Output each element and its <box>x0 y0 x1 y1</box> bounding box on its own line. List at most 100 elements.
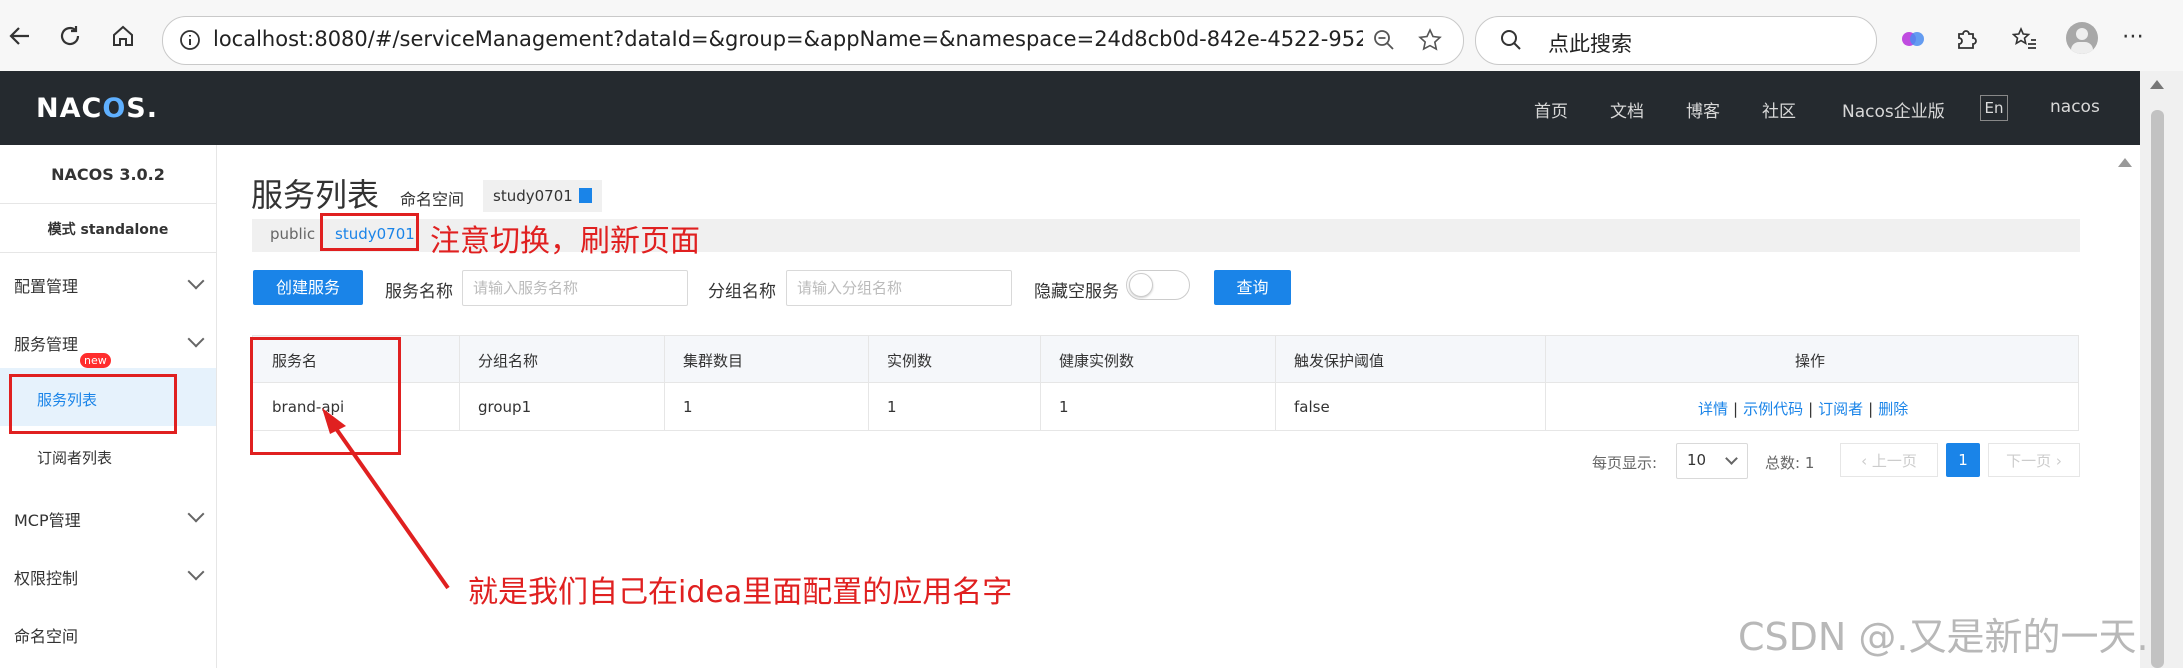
next-page-label: 下一页 <box>2006 452 2052 470</box>
cell-threshold: false <box>1294 398 1330 416</box>
avatar-body-icon <box>2071 42 2093 54</box>
sidebar-item-mcp[interactable]: MCP管理 <box>14 507 81 531</box>
hide-empty-label: 隐藏空服务 <box>1034 282 1119 302</box>
sidebar-mode: 模式 standalone <box>47 222 169 238</box>
cell-group: group1 <box>478 398 532 416</box>
nav-community[interactable]: 社区 <box>1762 97 1796 122</box>
profile-avatar[interactable] <box>2066 22 2098 54</box>
annotation-app-note: 就是我们自己在idea里面配置的应用名字 <box>468 575 1013 610</box>
group-name-input[interactable] <box>787 271 1011 305</box>
chevron-left-icon: ‹ <box>1861 452 1872 470</box>
app-header: NACOS. 首页 文档 博客 社区 Nacos企业版 nacos <box>0 71 2140 145</box>
info-icon <box>180 30 200 50</box>
reload-icon <box>60 26 80 46</box>
subscribers-link[interactable]: 订阅者 <box>1818 400 1863 418</box>
column-divider <box>1275 335 1276 431</box>
namespace-label: 命名空间 <box>400 190 465 209</box>
search-icon <box>1501 30 1521 50</box>
per-page-value: 10 <box>1687 451 1707 469</box>
annotation-switch-note: 注意切换，刷新页面 <box>430 224 700 259</box>
per-page-label: 每页显示: <box>1592 454 1658 472</box>
current-page-button[interactable]: 1 <box>1946 443 1980 477</box>
toggle-knob <box>1129 273 1153 297</box>
chevron-down-icon <box>1725 452 1738 465</box>
cell-clusters: 1 <box>683 398 693 416</box>
watermark: CSDN @.又是新的一天. <box>1738 615 2149 659</box>
extensions-icon[interactable] <box>1953 26 1979 52</box>
query-button[interactable]: 查询 <box>1214 270 1291 305</box>
nav-home[interactable]: 首页 <box>1534 97 1568 122</box>
browser-toolbar: localhost:8080/#/serviceManagement?dataI… <box>0 0 2183 72</box>
hide-empty-toggle[interactable] <box>1126 270 1190 300</box>
arrow-left-icon <box>9 27 29 45</box>
prev-page-button[interactable]: ‹ 上一页 <box>1840 443 1938 477</box>
service-name-label: 服务名称 <box>385 282 453 302</box>
delete-link[interactable]: 删除 <box>1878 400 1908 418</box>
home-icon <box>113 25 133 46</box>
home-button[interactable] <box>103 16 143 56</box>
namespace-tab-public[interactable]: public <box>270 225 315 243</box>
sample-code-link[interactable]: 示例代码 <box>1743 400 1803 418</box>
zoom-icon[interactable] <box>1373 29 1395 51</box>
more-menu-icon[interactable]: ⋯ <box>2122 24 2145 49</box>
prev-page-label: 上一页 <box>1871 452 1917 470</box>
logo-text-part1: NAC <box>36 93 103 124</box>
address-bar[interactable]: localhost:8080/#/serviceManagement?dataI… <box>162 16 1464 65</box>
sidebar-item-subscribers[interactable]: 订阅者列表 <box>37 447 112 468</box>
total-count: 总数: 1 <box>1765 454 1815 472</box>
chevron-down-icon[interactable] <box>187 563 205 581</box>
chevron-right-icon: › <box>2051 452 2062 470</box>
column-divider <box>1545 335 1546 431</box>
sidebar-divider <box>0 252 216 253</box>
copilot-icon[interactable] <box>1900 26 1926 52</box>
browser-search-text: 点此搜索 <box>1548 32 1632 56</box>
back-button[interactable] <box>0 16 40 56</box>
column-header-group: 分组名称 <box>478 352 539 370</box>
cell-instances: 1 <box>887 398 897 416</box>
op-separator: | <box>1733 400 1739 418</box>
sidebar-item-config[interactable]: 配置管理 <box>14 273 78 297</box>
star-icon[interactable] <box>1418 28 1442 52</box>
reload-button[interactable] <box>50 16 90 56</box>
sidebar-item-namespace[interactable]: 命名空间 <box>14 623 78 647</box>
create-service-button[interactable]: 创建服务 <box>253 270 363 305</box>
chevron-down-icon[interactable] <box>187 505 205 523</box>
column-divider <box>664 335 665 431</box>
group-name-field <box>786 270 1012 306</box>
nav-user[interactable]: nacos <box>2050 97 2100 117</box>
namespace-chip: study0701 <box>483 180 602 212</box>
language-switch-button[interactable]: En <box>1980 95 2008 121</box>
logo-text-part2: O <box>102 93 127 124</box>
copy-icon[interactable] <box>578 188 592 203</box>
op-separator: | <box>1868 400 1874 418</box>
detail-link[interactable]: 详情 <box>1698 400 1728 418</box>
column-divider <box>1040 335 1041 431</box>
nav-docs[interactable]: 文档 <box>1610 97 1644 122</box>
op-separator: | <box>1808 400 1814 418</box>
annotation-arrow <box>322 408 450 590</box>
sidebar-divider <box>0 203 216 204</box>
scroll-up-arrow-icon[interactable] <box>2150 80 2164 89</box>
sidebar-item-service-management[interactable]: 服务管理 <box>14 331 78 355</box>
nav-enterprise[interactable]: Nacos企业版 <box>1842 97 1945 122</box>
avatar-head-icon <box>2076 28 2088 40</box>
per-page-select[interactable]: 10 <box>1676 443 1748 479</box>
new-badge: new <box>80 353 111 368</box>
sidebar-item-permissions[interactable]: 权限控制 <box>14 565 78 589</box>
page-scrollbar-thumb[interactable] <box>2151 110 2164 668</box>
service-name-field <box>462 270 688 306</box>
column-header-operations: 操作 <box>1795 352 1826 370</box>
service-name-input[interactable] <box>463 271 687 305</box>
inner-scroll-up-arrow-icon[interactable] <box>2118 158 2132 167</box>
column-header-clusters: 集群数目 <box>683 352 744 370</box>
chevron-down-icon[interactable] <box>187 272 205 290</box>
column-header-healthy: 健康实例数 <box>1059 352 1135 370</box>
column-header-threshold: 触发保护阈值 <box>1294 352 1385 370</box>
favorites-icon[interactable] <box>2012 26 2038 52</box>
browser-search-box[interactable]: 点此搜索 <box>1475 16 1877 65</box>
chevron-down-icon[interactable] <box>187 330 205 348</box>
nav-blog[interactable]: 博客 <box>1686 97 1720 122</box>
nacos-logo[interactable]: NACOS. <box>36 93 158 124</box>
next-page-button[interactable]: 下一页 › <box>1988 443 2080 477</box>
annotation-box-namespace-tab <box>320 213 419 251</box>
